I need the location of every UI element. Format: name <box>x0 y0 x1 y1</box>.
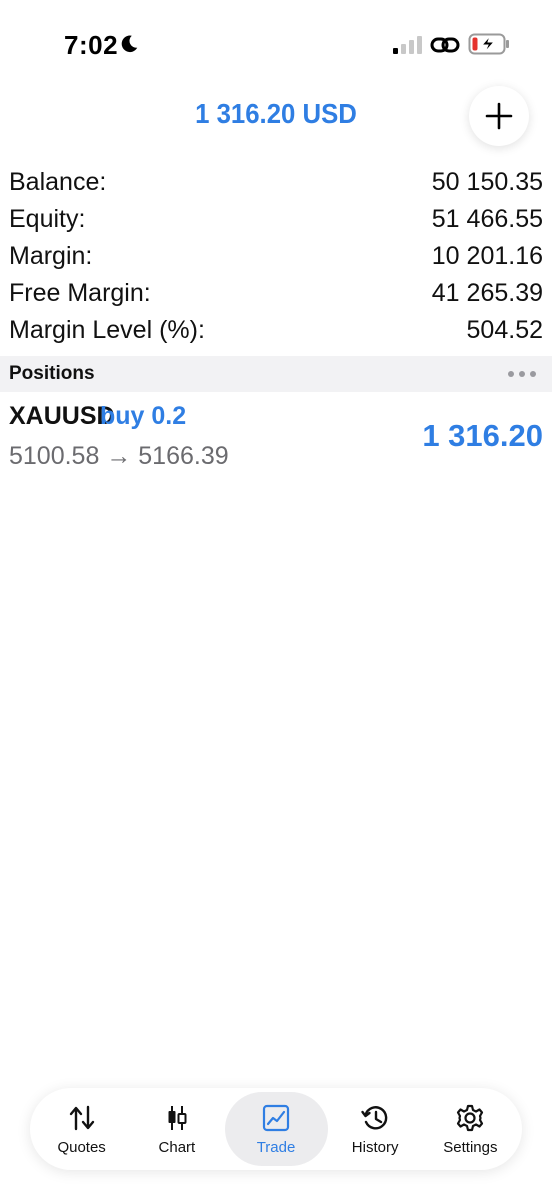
free-margin-row: Free Margin: 41 265.39 <box>0 275 552 312</box>
free-margin-value: 41 265.39 <box>431 279 543 307</box>
status-time: 7:02 <box>64 30 119 60</box>
balance-label: Balance: <box>9 168 107 196</box>
bottom-tab-bar: Quotes Chart Trade History Settings <box>30 1088 522 1170</box>
battery-icon <box>468 33 509 55</box>
position-row[interactable]: XAUUSD buy 0.2 5100.58 → 5166.39 1 316.2… <box>0 396 552 486</box>
position-prices: 5100.58 → 5166.39 <box>9 442 229 470</box>
tab-trade[interactable]: Trade <box>224 1092 328 1166</box>
equity-value: 51 466.55 <box>431 205 543 233</box>
tab-chart[interactable]: Chart <box>129 1092 224 1166</box>
history-icon <box>361 1105 388 1129</box>
margin-level-value: 504.52 <box>466 316 543 344</box>
account-profit-total: 1 316.20 USD <box>195 98 357 129</box>
positions-section-header: Positions <box>0 356 552 392</box>
candlestick-icon <box>168 1105 187 1130</box>
trade-screen: 7:02 1 316.20 USD Balance: 50 150.35 Equ… <box>0 0 552 1200</box>
gear-icon <box>457 1104 484 1131</box>
margin-label: Margin: <box>9 242 93 270</box>
tab-history[interactable]: History <box>328 1092 423 1166</box>
margin-level-label: Margin Level (%): <box>9 316 205 344</box>
position-profit: 1 316.20 <box>422 418 543 453</box>
positions-title: Positions <box>9 363 95 384</box>
margin-value: 10 201.16 <box>431 242 543 270</box>
equity-row: Equity: 51 466.55 <box>0 201 552 238</box>
balance-value: 50 150.35 <box>431 168 543 196</box>
status-bar: 7:02 <box>0 0 552 90</box>
tab-trade-label: Trade <box>256 1138 296 1156</box>
free-margin-label: Free Margin: <box>9 279 151 307</box>
position-side-volume: buy 0.2 <box>100 402 187 430</box>
signal-icon <box>393 36 422 54</box>
quotes-icon <box>69 1105 94 1130</box>
tab-quotes[interactable]: Quotes <box>34 1092 129 1166</box>
trade-chart-icon <box>262 1104 290 1131</box>
margin-level-row: Margin Level (%): 504.52 <box>0 312 552 349</box>
balance-row: Balance: 50 150.35 <box>0 164 552 201</box>
add-order-button[interactable] <box>469 86 529 146</box>
tab-settings[interactable]: Settings <box>423 1092 518 1166</box>
tab-settings-label: Settings <box>443 1138 498 1156</box>
position-symbol: XAUUSD <box>9 402 115 430</box>
account-summary: Balance: 50 150.35 Equity: 51 466.55 Mar… <box>0 164 552 349</box>
tab-quotes-label: Quotes <box>57 1138 106 1156</box>
moon-icon <box>121 35 138 53</box>
tab-chart-label: Chart <box>158 1138 196 1156</box>
more-options-icon[interactable] <box>508 371 536 377</box>
equity-label: Equity: <box>9 205 86 233</box>
link-icon <box>430 37 460 53</box>
plus-icon <box>485 102 513 130</box>
tab-history-label: History <box>351 1138 399 1156</box>
margin-row: Margin: 10 201.16 <box>0 238 552 275</box>
